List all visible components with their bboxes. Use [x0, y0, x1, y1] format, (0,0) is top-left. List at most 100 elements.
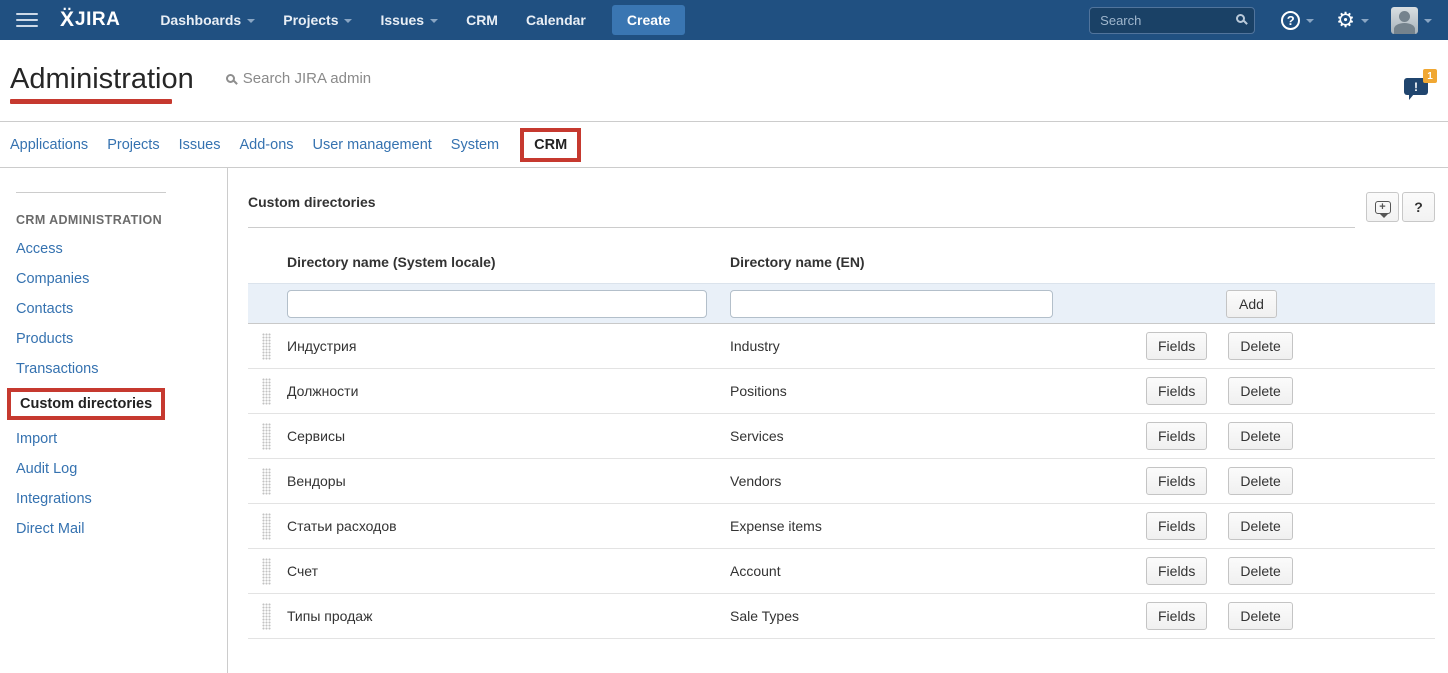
admin-tabbar: Applications Projects Issues Add-ons User ma…: [0, 122, 1448, 168]
chevron-down-icon: [1424, 19, 1432, 23]
jira-logo[interactable]: Ẍ JIRA: [60, 8, 120, 32]
sidebar-item-audit-log[interactable]: Audit Log: [16, 461, 227, 477]
table-row: Типы продажSale TypesFields Delete: [248, 594, 1435, 639]
sidebar-divider: [16, 192, 166, 193]
app-switcher-icon[interactable]: [16, 13, 38, 27]
tab-projects[interactable]: Projects: [107, 133, 159, 157]
admin-header: Administration ! 1: [0, 40, 1448, 122]
admin-settings-menu[interactable]: ⚙: [1336, 10, 1369, 31]
global-search: [1089, 7, 1255, 34]
drag-handle-icon[interactable]: [262, 378, 271, 405]
topnav-item-label: Dashboards: [160, 12, 241, 28]
custom-directories-panel: Custom directories + ? Directory name (S…: [228, 168, 1448, 673]
chevron-down-icon: [1361, 19, 1369, 23]
delete-button[interactable]: Delete: [1228, 377, 1292, 405]
global-search-input[interactable]: [1089, 7, 1255, 34]
sidebar-item-access[interactable]: Access: [16, 241, 227, 257]
topnav-item-issues[interactable]: Issues: [366, 12, 452, 28]
column-header-locale: Directory name (System locale): [287, 254, 730, 270]
directory-name-en: Vendors: [730, 473, 1146, 489]
topnav-item-label: Issues: [380, 12, 424, 28]
avatar: [1391, 7, 1418, 34]
chevron-down-icon: [344, 19, 352, 23]
delete-button[interactable]: Delete: [1228, 332, 1292, 360]
create-button[interactable]: Create: [612, 5, 686, 35]
fields-button[interactable]: Fields: [1146, 557, 1207, 585]
help-button[interactable]: ?: [1402, 192, 1435, 222]
sidebar-item-direct-mail[interactable]: Direct Mail: [16, 521, 227, 537]
sidebar-item-integrations[interactable]: Integrations: [16, 491, 227, 507]
fields-button[interactable]: Fields: [1146, 602, 1207, 630]
delete-button[interactable]: Delete: [1228, 557, 1292, 585]
topnav-item-projects[interactable]: Projects: [269, 12, 366, 28]
tab-user-management[interactable]: User management: [313, 133, 432, 157]
sidebar-item-products[interactable]: Products: [16, 331, 227, 347]
topnav-item-crm[interactable]: CRM: [452, 12, 512, 28]
table-row: ВендорыVendorsFieldsDelete: [248, 459, 1435, 504]
fields-button[interactable]: Fields: [1146, 467, 1207, 495]
tab-add-ons[interactable]: Add-ons: [240, 133, 294, 157]
admin-search: [226, 70, 463, 87]
drag-handle-icon[interactable]: [262, 333, 271, 360]
directory-name-locale: Индустрия: [287, 338, 730, 354]
feedback-plus-icon: +: [1375, 201, 1391, 214]
feedback-notification-button[interactable]: ! 1: [1404, 78, 1428, 95]
fields-button[interactable]: Fields: [1146, 512, 1207, 540]
fields-button[interactable]: Fields: [1146, 377, 1207, 405]
drag-handle-icon[interactable]: [262, 603, 271, 630]
delete-button[interactable]: Delete: [1228, 602, 1292, 630]
new-directory-name-locale-input[interactable]: [287, 290, 707, 318]
sidebar-item-custom-directories[interactable]: Custom directories: [7, 388, 165, 420]
directory-name-locale: Должности: [287, 383, 730, 399]
delete-button[interactable]: Delete: [1228, 512, 1292, 540]
crm-admin-sidebar: CRM ADMINISTRATION AccessCompaniesContac…: [0, 168, 228, 673]
drag-handle-icon[interactable]: [262, 423, 271, 450]
add-button[interactable]: Add: [1226, 290, 1277, 318]
tab-system[interactable]: System: [451, 133, 499, 157]
user-menu[interactable]: [1391, 7, 1432, 34]
directory-name-locale: Типы продаж: [287, 608, 730, 624]
sidebar-item-companies[interactable]: Companies: [16, 271, 227, 287]
tab-applications[interactable]: Applications: [10, 133, 88, 157]
sidebar-item-transactions[interactable]: Transactions: [16, 361, 227, 377]
sidebar-item-import[interactable]: Import: [16, 431, 227, 447]
topnav-menu: Dashboards Projects Issues CRM Calendar: [146, 12, 600, 28]
fields-button[interactable]: Fields: [1146, 332, 1207, 360]
drag-handle-icon[interactable]: [262, 468, 271, 495]
chevron-down-icon: [1306, 19, 1314, 23]
topnav-item-label: Projects: [283, 12, 338, 28]
directory-name-en: Industry: [730, 338, 1146, 354]
add-directory-row: Add: [248, 283, 1435, 324]
directory-name-locale: Сервисы: [287, 428, 730, 444]
help-menu[interactable]: ?: [1281, 11, 1314, 30]
search-icon: [1236, 14, 1245, 23]
directory-name-locale: Счет: [287, 563, 730, 579]
delete-button[interactable]: Delete: [1228, 467, 1292, 495]
delete-button[interactable]: Delete: [1228, 422, 1292, 450]
drag-handle-icon[interactable]: [262, 513, 271, 540]
directory-name-en: Sale Types: [730, 608, 1146, 624]
chevron-down-icon: [430, 19, 438, 23]
gear-icon: ⚙: [1336, 10, 1355, 31]
directory-name-locale: Статьи расходов: [287, 518, 730, 534]
table-row: Статьи расходовExpense itemsFields Delete: [248, 504, 1435, 549]
topnav-item-dashboards[interactable]: Dashboards: [146, 12, 269, 28]
tab-crm[interactable]: CRM: [520, 128, 581, 162]
top-navigation-bar: Ẍ JIRA Dashboards Projects Issues CRM Calend…: [0, 0, 1448, 40]
admin-search-input[interactable]: [243, 70, 463, 87]
directory-name-en: Expense items: [730, 518, 1146, 534]
help-icon: ?: [1281, 11, 1300, 30]
notification-count-badge: 1: [1423, 69, 1437, 83]
new-directory-name-en-input[interactable]: [730, 290, 1053, 318]
directory-name-en: Services: [730, 428, 1146, 444]
tab-issues[interactable]: Issues: [179, 133, 221, 157]
feedback-button[interactable]: +: [1366, 192, 1399, 222]
custom-directories-table: Directory name (System locale) Directory…: [248, 246, 1435, 639]
topnav-item-label: Calendar: [526, 12, 586, 28]
directory-name-en: Account: [730, 563, 1146, 579]
sidebar-item-contacts[interactable]: Contacts: [16, 301, 227, 317]
fields-button[interactable]: Fields: [1146, 422, 1207, 450]
table-row: СервисыServicesFields Delete: [248, 414, 1435, 459]
topnav-item-calendar[interactable]: Calendar: [512, 12, 600, 28]
drag-handle-icon[interactable]: [262, 558, 271, 585]
